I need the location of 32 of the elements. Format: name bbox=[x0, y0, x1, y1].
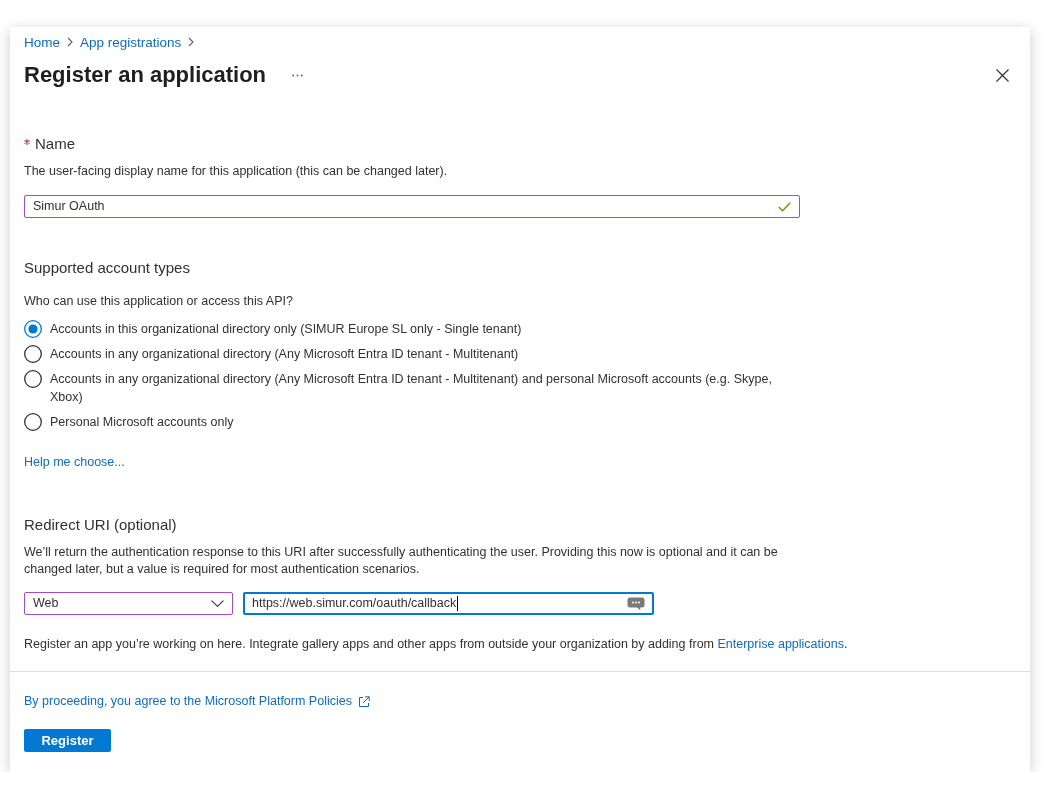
external-link-icon bbox=[357, 695, 370, 708]
redirect-description: We’ll return the authentication response to this URI after successfully authenticating the user. Providing this now is optional and it can be changed later, but a value is required for most authentication scenarios. bbox=[24, 544, 779, 578]
section-heading: Redirect URI (optional) bbox=[24, 515, 177, 535]
radio-button[interactable] bbox=[24, 370, 42, 388]
chevron-right-icon bbox=[67, 37, 73, 47]
radio-label: Accounts in this organizational directory only (SIMUR Europe SL only - Single tenant) bbox=[50, 321, 522, 338]
redirect-uri-input[interactable]: https://web.simur.com/oauth/callback bbox=[243, 592, 654, 615]
chevron-right-icon bbox=[188, 37, 195, 47]
help-link[interactable]: Help me choose... bbox=[24, 454, 125, 471]
speech-bubble-icon bbox=[627, 596, 645, 611]
name-input[interactable]: Simur OAuth bbox=[24, 195, 800, 218]
radio-button[interactable] bbox=[24, 413, 42, 431]
breadcrumb-link[interactable]: Home bbox=[24, 34, 60, 50]
close-icon[interactable] bbox=[996, 68, 1009, 82]
radio-label: Accounts in any organizational directory (Any Microsoft Entra ID tenant - Multitenant) and personal Microsoft accounts (e.g. Skype, Xbox) bbox=[50, 371, 773, 406]
info-text: Register an app you’re working on here. Integrate gallery apps and other apps from outside your organization by adding from Enterprise applications. bbox=[24, 636, 848, 653]
field-description: The user-facing display name for this application (this can be changed later). bbox=[24, 163, 448, 180]
radio-button[interactable] bbox=[24, 345, 42, 363]
more-icon[interactable] bbox=[292, 73, 304, 77]
field-label: Name bbox=[35, 134, 75, 154]
radio-label: Accounts in any organizational directory (Any Microsoft Entra ID tenant - Multitenant) bbox=[50, 346, 519, 363]
register-button[interactable]: Register bbox=[24, 729, 111, 752]
page-title: Register an application bbox=[24, 61, 267, 89]
breadcrumb-link[interactable]: App registrations bbox=[80, 34, 182, 50]
enterprise-applications-link[interactable]: Enterprise applications bbox=[717, 637, 844, 651]
chevron-down-icon bbox=[211, 600, 224, 607]
question-text: Who can use this application or access this API? bbox=[24, 293, 293, 310]
radio-button[interactable] bbox=[24, 320, 42, 338]
policy-link[interactable]: By proceeding, you agree to the Microsoft Platform Policies bbox=[24, 693, 370, 710]
radio-label: Personal Microsoft accounts only bbox=[50, 414, 234, 431]
section-heading: Supported account types bbox=[24, 258, 190, 278]
platform-dropdown[interactable]: Web bbox=[24, 592, 233, 615]
